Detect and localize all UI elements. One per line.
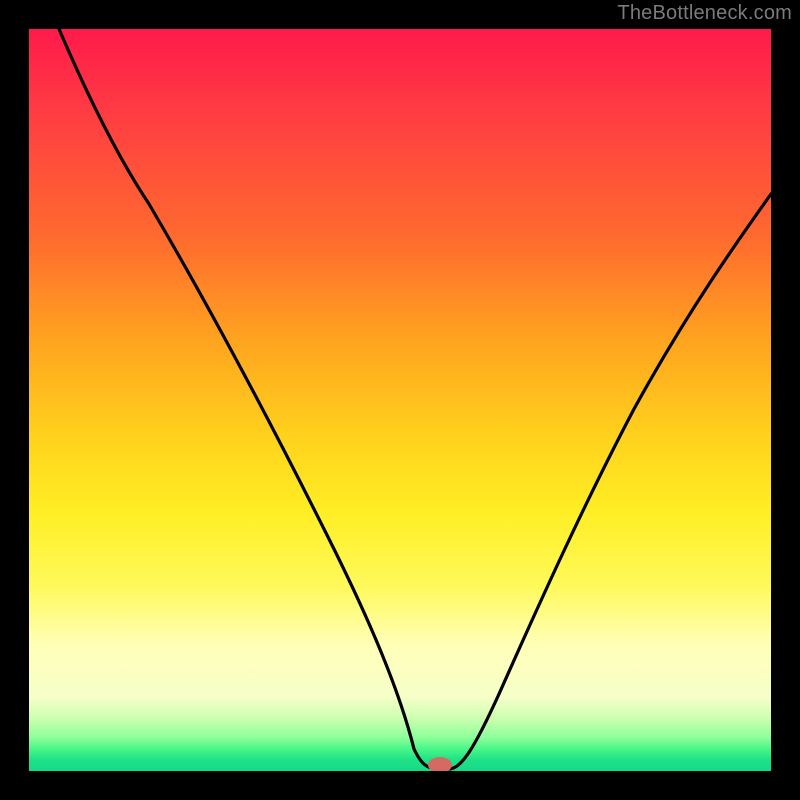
optimal-point-marker [428,757,452,771]
bottleneck-curve-path [59,29,771,769]
watermark-text: TheBottleneck.com [617,2,792,25]
chart-container: TheBottleneck.com [0,0,800,800]
plot-area [29,29,771,771]
bottleneck-curve-svg [29,29,771,771]
